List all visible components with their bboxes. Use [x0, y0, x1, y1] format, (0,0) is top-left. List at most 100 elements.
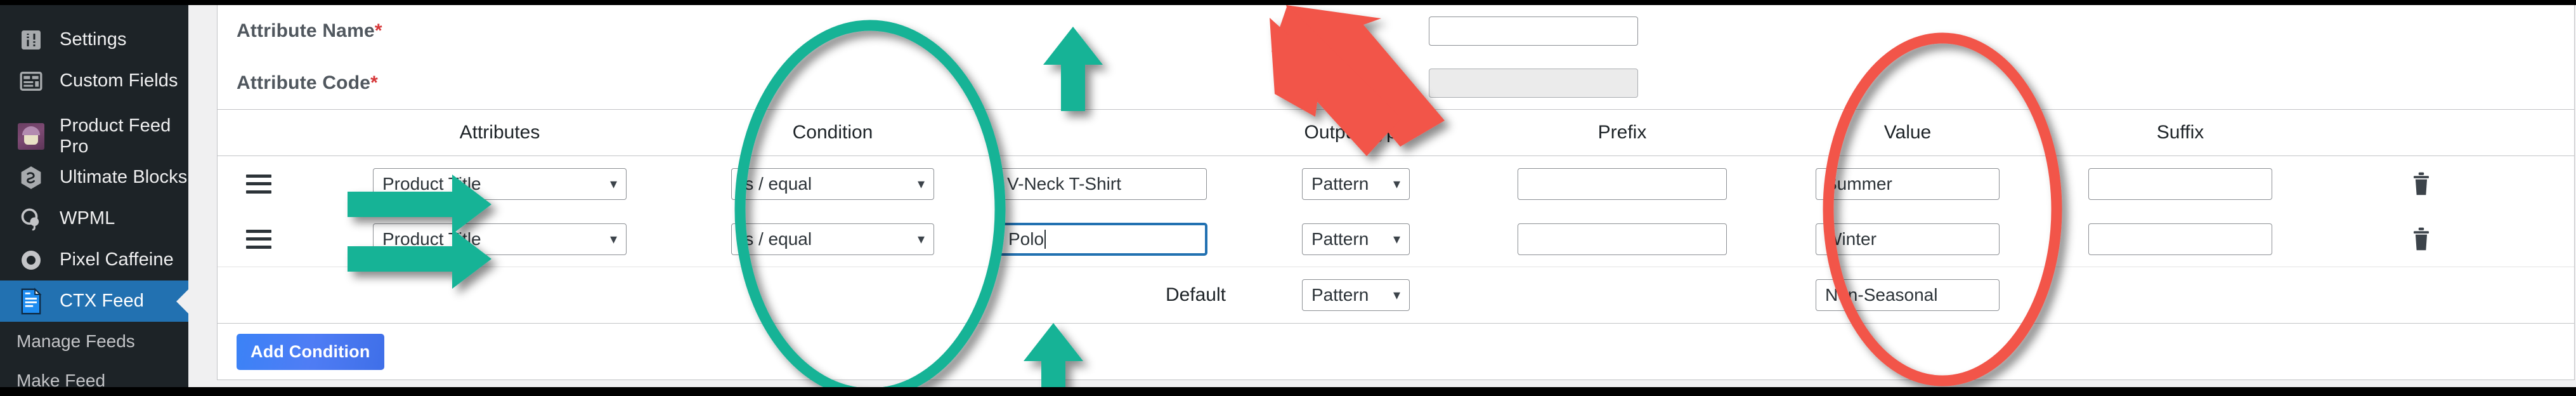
letterbox-bottom: [0, 387, 2576, 396]
chevron-down-icon: ▾: [1393, 175, 1400, 192]
sliders-icon: [16, 25, 46, 55]
prefix-input-row-1[interactable]: [1518, 168, 1727, 200]
table-icon: [16, 67, 46, 96]
attribute-name-label-text: Attribute Name: [237, 20, 375, 41]
chevron-down-icon: ▾: [917, 230, 925, 247]
default-output-type-cell: Pattern ▾: [1239, 279, 1473, 311]
row-condition-cell: is / equal ▾: [699, 223, 966, 255]
screen-root: Settings Custom Fields Product Feed Pro: [0, 0, 2576, 396]
row-prefix-cell: [1473, 168, 1771, 200]
default-value-input[interactable]: Non-Seasonal: [1816, 279, 2000, 311]
row-suffix-cell: [2044, 168, 2317, 200]
chevron-down-icon: ▾: [1393, 287, 1400, 303]
value-input-row-1[interactable]: Summer: [1816, 168, 2000, 200]
attribute-meta-form: Attribute Name* Attribute Code*: [218, 5, 2574, 109]
row-value-cell: Winter: [1771, 223, 2044, 255]
sidebar-item-label: Custom Fields: [60, 70, 178, 91]
output-type-select-row-2[interactable]: Pattern ▾: [1302, 223, 1410, 255]
row-condition-cell: is / equal ▾: [699, 168, 966, 200]
default-output-type-select[interactable]: Pattern ▾: [1302, 279, 1410, 311]
sidebar-item-label: CTX Feed: [60, 291, 144, 311]
row-delete-cell: [2317, 227, 2526, 252]
sidebar-subitem-manage-feeds[interactable]: Manage Feeds: [0, 322, 188, 361]
default-label: Default: [1165, 284, 1226, 305]
default-value-text: Non-Seasonal: [1825, 285, 1938, 305]
admin-sidebar: Settings Custom Fields Product Feed Pro: [0, 5, 188, 390]
sidebar-item-label: WPML: [60, 208, 115, 228]
letterbox-top: [0, 0, 2576, 5]
document-icon: [16, 287, 46, 316]
match-value-input-row-2[interactable]: Polo: [998, 223, 1207, 255]
required-marker: *: [374, 20, 382, 41]
pixel-caffeine-icon: [16, 246, 46, 275]
table-row: Product Title ▾ is / equal ▾ V-Neck T-Sh…: [218, 156, 2574, 211]
trash-icon[interactable]: [2410, 171, 2432, 197]
output-type-value: Pattern: [1311, 228, 1369, 249]
header-value: Value: [1883, 122, 1932, 143]
output-type-select-row-1[interactable]: Pattern ▾: [1302, 168, 1410, 200]
required-marker: *: [370, 72, 378, 93]
conditions-table-header: Attributes Condition Output Type Prefix …: [218, 110, 2574, 156]
prefix-input-row-2[interactable]: [1518, 223, 1727, 255]
output-type-value: Pattern: [1311, 173, 1369, 194]
match-value-text: V-Neck T-Shirt: [1007, 173, 1121, 194]
value-text: Summer: [1825, 173, 1892, 194]
attribute-code-label: Attribute Code*: [237, 72, 1429, 94]
main-content: Attribute Name* Attribute Code* Attribut…: [188, 5, 2576, 387]
condition-select-value: is / equal: [741, 228, 812, 249]
trash-icon[interactable]: [2410, 227, 2432, 252]
sidebar-item-pixel-caffeine[interactable]: Pixel Caffeine: [0, 239, 188, 280]
product-feed-pro-icon: [16, 122, 46, 151]
header-suffix: Suffix: [2156, 122, 2204, 143]
attribute-name-label: Attribute Name*: [237, 20, 1429, 42]
sidebar-item-label: Settings: [60, 29, 127, 50]
row-suffix-cell: [2044, 223, 2317, 255]
header-prefix: Prefix: [1597, 122, 1647, 143]
attribute-name-input[interactable]: [1429, 16, 1638, 46]
sidebar-item-custom-fields[interactable]: Custom Fields: [0, 60, 188, 102]
value-text: Winter: [1825, 228, 1877, 249]
row-delete-cell: [2317, 171, 2526, 197]
header-attributes: Attributes: [459, 122, 540, 143]
drag-handle-icon[interactable]: [246, 174, 271, 194]
default-output-type-value: Pattern: [1311, 285, 1369, 305]
wpml-icon: [16, 204, 46, 234]
attribute-select-value: Product Title: [382, 173, 481, 194]
sidebar-item-settings[interactable]: Settings: [0, 19, 188, 60]
suffix-input-row-2[interactable]: [2088, 223, 2272, 255]
sidebar-item-product-feed-pro[interactable]: Product Feed Pro: [0, 116, 188, 157]
attribute-select-row-2[interactable]: Product Title ▾: [373, 223, 627, 255]
attribute-panel: Attribute Name* Attribute Code* Attribut…: [217, 5, 2575, 380]
drag-handle-icon[interactable]: [246, 229, 271, 249]
table-row: Product Title ▾ is / equal ▾ Polo Patter…: [218, 211, 2574, 267]
row-drag-cell: [218, 229, 300, 249]
value-input-row-2[interactable]: Winter: [1816, 223, 2000, 255]
sidebar-item-wpml[interactable]: WPML: [0, 198, 188, 239]
header-condition: Condition: [792, 122, 873, 143]
conditions-table-footer: Add Condition: [218, 323, 2574, 380]
sidebar-item-label: Ultimate Blocks: [60, 167, 188, 187]
chevron-down-icon: ▾: [609, 230, 617, 247]
default-value-cell: Non-Seasonal: [1771, 279, 2044, 311]
add-condition-button[interactable]: Add Condition: [237, 333, 384, 370]
row-value-cell: Summer: [1771, 168, 2044, 200]
default-label-cell: Default: [966, 284, 1239, 306]
match-value-input-row-1[interactable]: V-Neck T-Shirt: [998, 168, 1207, 200]
sidebar-item-ultimate-blocks[interactable]: Ultimate Blocks: [0, 157, 188, 198]
attribute-select-row-1[interactable]: Product Title ▾: [373, 168, 627, 200]
row-attribute-cell: Product Title ▾: [300, 168, 699, 200]
condition-select-row-1[interactable]: is / equal ▾: [731, 168, 934, 200]
default-row: Default Pattern ▾ Non-Seasonal: [218, 267, 2574, 323]
header-output-type: Output Type: [1304, 122, 1408, 143]
chevron-down-icon: ▾: [1393, 230, 1400, 247]
row-prefix-cell: [1473, 223, 1771, 255]
chevron-down-icon: ▾: [609, 175, 617, 192]
attribute-name-row: Attribute Name*: [218, 5, 2574, 57]
condition-select-value: is / equal: [741, 173, 812, 194]
match-value-text: Polo: [1008, 228, 1044, 249]
suffix-input-row-1[interactable]: [2088, 168, 2272, 200]
sidebar-item-ctx-feed[interactable]: CTX Feed: [0, 280, 188, 322]
attribute-code-label-text: Attribute Code: [237, 72, 371, 93]
attribute-code-input[interactable]: [1429, 69, 1638, 98]
condition-select-row-2[interactable]: is / equal ▾: [731, 223, 934, 255]
